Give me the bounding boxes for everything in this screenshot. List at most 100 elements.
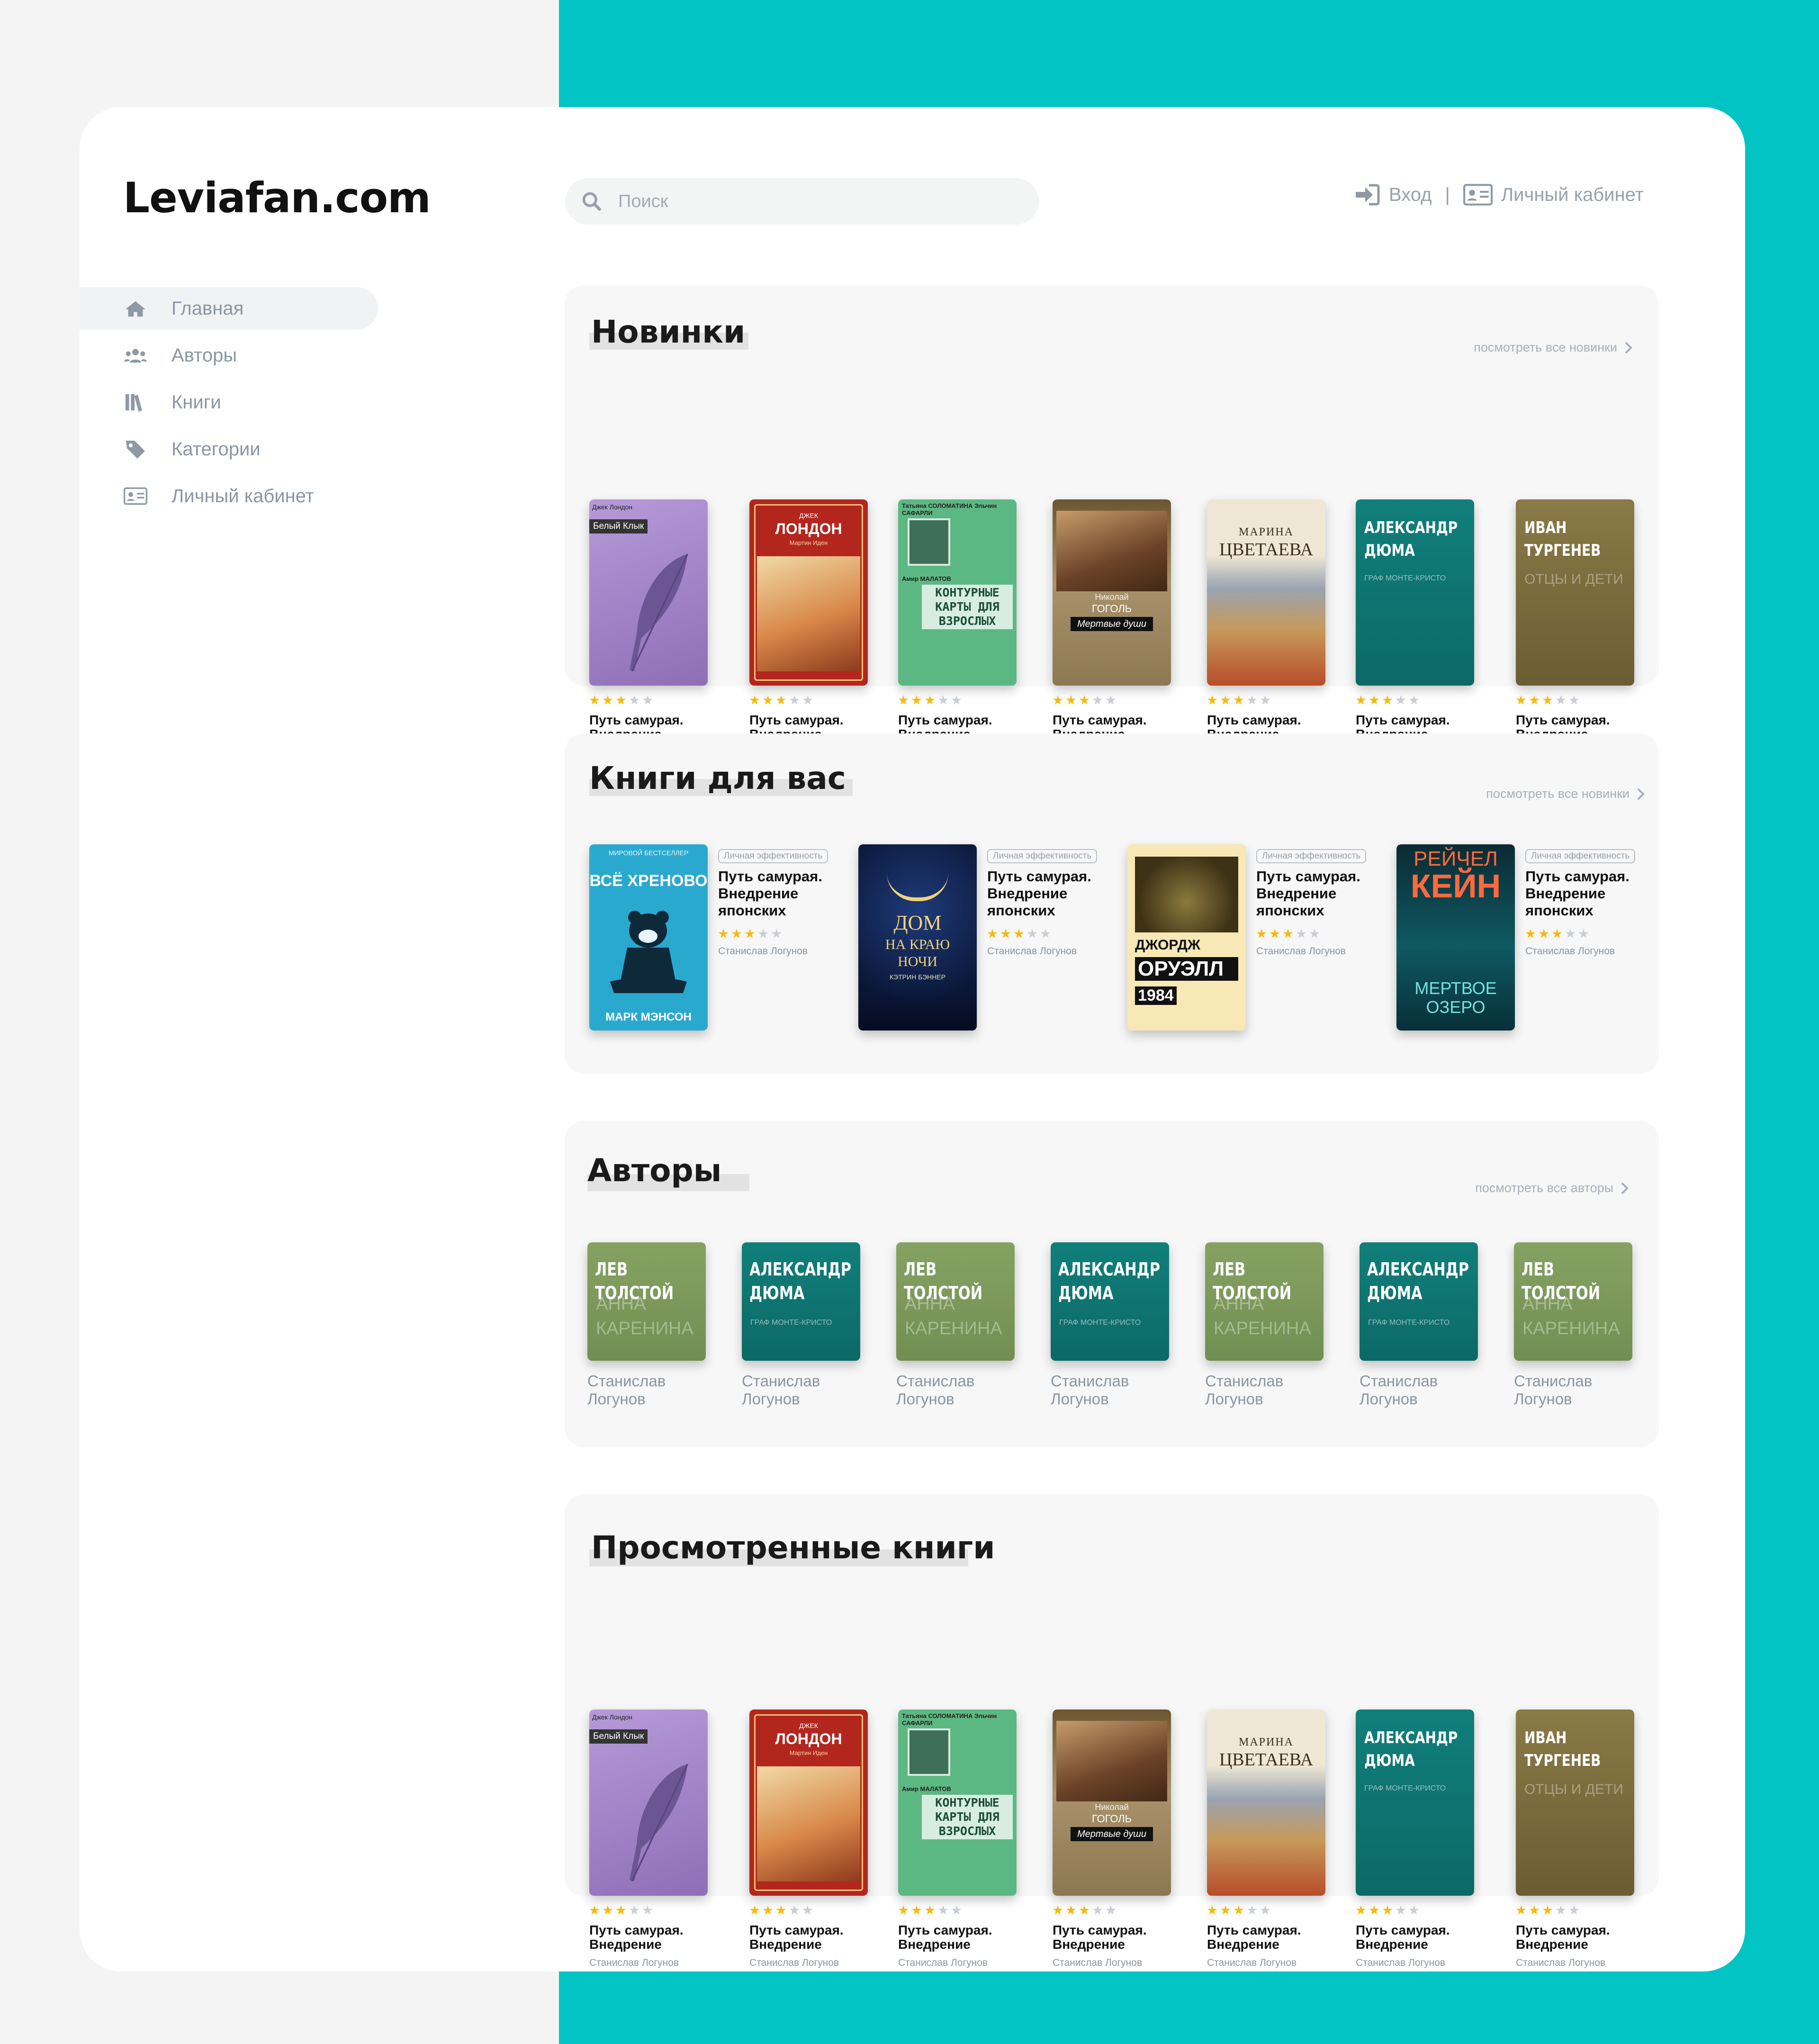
author-cover[interactable]: ЛЕВ ТОЛСТОЙ АННА КАРЕНИНА [1514, 1242, 1632, 1361]
book-card[interactable]: ДЖЕКЛОНДОНМартин Иден Путь самурая. Внедр… [749, 1709, 868, 1969]
book-card[interactable]: МАРИНАЦВЕТАЕВАПуть самурая. ВнедрениеСта… [1207, 499, 1325, 759]
author-cover[interactable]: АЛЕКСАНДР ДЮМА ГРАФ МОНТЕ-КРИСТО [1360, 1242, 1478, 1361]
book-cover[interactable]: МИРОВОЙ БЕСТСЕЛЛЕР ВСЁ ХРЕНОВО МАРК МЭНСОН [589, 844, 708, 1031]
book-author[interactable]: Станислав Логунов [898, 1957, 1017, 1969]
book-cover[interactable]: МАРИНА ЦВЕТАЕВА [1207, 499, 1325, 686]
cabinet-link[interactable]: Личный кабинет [1501, 184, 1644, 206]
nav-item-authors[interactable]: Авторы [80, 334, 378, 377]
book-card[interactable]: ИВАНТУРГЕНЕВОТЦЫ И ДЕТИПуть самурая. Вне… [1516, 499, 1634, 759]
book-cover[interactable]: АЛЕКСАНДР ДЮМА ГРАФ МОНТЕ-КРИСТО [1356, 499, 1474, 686]
book-title[interactable]: Путь самурая. Внедрение [1356, 1923, 1474, 1952]
book-cover[interactable]: ИВАН ТУРГЕНЕВ ОТЦЫ И ДЕТИ [1516, 1709, 1634, 1896]
book-card[interactable]: НиколайГОГОЛЬМертвые души Путь самурая. В… [1053, 1709, 1171, 1969]
book-card[interactable]: Татьяна СОЛОМАТИНА Эльчин САФАРЛИ Амир МА… [898, 1709, 1017, 1969]
recommended-card[interactable]: ДЖОРДЖ ОРУЭЛЛ 1984 Личная эффективность Путь… [1127, 844, 1367, 1031]
book-card[interactable]: Татьяна СОЛОМАТИНА Эльчин САФАРЛИ Амир МА… [898, 499, 1017, 759]
author-cover[interactable]: ЛЕВ ТОЛСТОЙ АННА КАРЕНИНА [587, 1242, 706, 1361]
book-card[interactable]: Джек ЛондонБелый КлыкПуть самурая. Внедр… [589, 499, 708, 759]
book-title[interactable]: Путь самурая. Внедрение японских [1256, 868, 1389, 919]
book-cover[interactable]: ДЖОРДЖ ОРУЭЛЛ 1984 [1127, 844, 1246, 1031]
book-title[interactable]: Путь самурая. Внедрение [589, 1923, 708, 1952]
search-bar[interactable] [565, 178, 1039, 225]
book-card[interactable]: АЛЕКСАНДР ДЮМА ГРАФ МОНТЕ-КРИСТО Путь самур… [1356, 1709, 1474, 1969]
book-author[interactable]: Станислав Логунов [1053, 1957, 1171, 1969]
book-title[interactable]: Путь самурая. Внедрение [1516, 1923, 1634, 1952]
author-card[interactable]: ЛЕВ ТОЛСТОЙ АННА КАРЕНИНА Станислав Логуно… [896, 1242, 1015, 1408]
rating-stars [589, 1904, 708, 1917]
book-author[interactable]: Станислав Логунов [749, 1957, 868, 1969]
author-cover[interactable]: ЛЕВ ТОЛСТОЙ АННА КАРЕНИНА [896, 1242, 1015, 1361]
book-author[interactable]: Станислав Логунов [718, 946, 851, 957]
cover-top: ДОМ [893, 911, 942, 934]
book-cover[interactable]: Николай ГОГОЛЬ Мертвые души [1053, 499, 1171, 686]
author-name[interactable]: Станислав Логунов [1514, 1372, 1632, 1408]
book-title[interactable]: Путь самурая. Внедрение [749, 1923, 868, 1952]
author-card[interactable]: АЛЕКСАНДР ДЮМА ГРАФ МОНТЕ-КРИСТО Станислав… [742, 1242, 860, 1408]
book-title[interactable]: Путь самурая. Внедрение [1207, 1923, 1325, 1952]
recommended-card[interactable]: ДОМ НА КРАЮ НОЧИ КЭТРИН БЭННЕР Личная эффек… [858, 844, 1098, 1031]
book-cover[interactable]: Татьяна СОЛОМАТИНА Эльчин САФАРЛИ Амир МА… [898, 1709, 1017, 1896]
nav-item-home[interactable]: Главная [80, 287, 378, 330]
recommended-card[interactable]: МИРОВОЙ БЕСТСЕЛЛЕР ВСЁ ХРЕНОВО МАРК МЭНСОН… [589, 844, 828, 1031]
book-author[interactable]: Станислав Логунов [1516, 1957, 1634, 1969]
author-name[interactable]: Станислав Логунов [742, 1372, 860, 1408]
id-card-icon[interactable] [1463, 183, 1493, 206]
see-all-link[interactable]: посмотреть все авторы [1475, 1181, 1629, 1195]
book-title[interactable]: Путь самурая. Внедрение японских [987, 868, 1120, 919]
nav-item-books[interactable]: Книги [80, 381, 378, 424]
book-author[interactable]: Станислав Логунов [1256, 946, 1389, 957]
book-author[interactable]: Станислав Логунов [1356, 1957, 1474, 1969]
book-title[interactable]: Путь самурая. Внедрение [898, 1923, 1017, 1952]
author-card[interactable]: АЛЕКСАНДР ДЮМА ГРАФ МОНТЕ-КРИСТО Станислав… [1360, 1242, 1478, 1408]
author-name[interactable]: Станислав Логунов [896, 1372, 1015, 1408]
author-name[interactable]: Станислав Логунов [587, 1372, 706, 1408]
book-cover[interactable]: Джек Лондон Белый Клык [589, 1709, 708, 1896]
book-cover[interactable]: Николай ГОГОЛЬ Мертвые души [1053, 1709, 1171, 1896]
site-logo[interactable]: Leviafan.com [123, 173, 431, 222]
book-cover[interactable]: Татьяна СОЛОМАТИНА Эльчин САФАРЛИ Амир МА… [898, 499, 1017, 686]
author-name[interactable]: Станислав Логунов [1051, 1372, 1169, 1408]
author-card[interactable]: ЛЕВ ТОЛСТОЙ АННА КАРЕНИНА Станислав Логуно… [587, 1242, 706, 1408]
category-tag[interactable]: Личная эффективность [987, 849, 1098, 863]
author-cover[interactable]: ЛЕВ ТОЛСТОЙ АННА КАРЕНИНА [1205, 1242, 1324, 1361]
book-title[interactable]: Путь самурая. Внедрение японских [718, 868, 851, 919]
book-author[interactable]: Станислав Логунов [987, 946, 1120, 957]
author-name[interactable]: Станислав Логунов [1360, 1372, 1478, 1408]
search-input[interactable] [618, 191, 997, 212]
category-tag[interactable]: Личная эффективность [1525, 849, 1636, 863]
login-link[interactable]: Вход [1389, 184, 1432, 206]
nav-item-cabinet[interactable]: Личный кабинет [80, 475, 378, 517]
login-icon[interactable] [1354, 183, 1380, 207]
book-author[interactable]: Станислав Логунов [1207, 1957, 1325, 1969]
book-cover[interactable]: ДЖЕК ЛОНДОН Мартин Иден [749, 499, 868, 686]
book-author[interactable]: Станислав Логунов [589, 1957, 708, 1969]
author-name[interactable]: Станислав Логунов [1205, 1372, 1324, 1408]
book-title[interactable]: Путь самурая. Внедрение [1053, 1923, 1171, 1952]
book-card[interactable]: Джек ЛондонБелый Клык Путь самурая. Внедр… [589, 1709, 708, 1969]
book-title[interactable]: Путь самурая. Внедрение японских [1525, 868, 1658, 919]
book-card[interactable]: МАРИНАЦВЕТАЕВА Путь самурая. Внедрение Ста… [1207, 1709, 1325, 1969]
book-cover[interactable]: МАРИНА ЦВЕТАЕВА [1207, 1709, 1325, 1896]
see-all-link[interactable]: посмотреть все новинки [1474, 340, 1632, 355]
book-cover[interactable]: ИВАН ТУРГЕНЕВ ОТЦЫ И ДЕТИ [1516, 499, 1634, 686]
book-card[interactable]: ДЖЕКЛОНДОНМартин ИденПуть самурая. Внедр… [749, 499, 868, 759]
author-card[interactable]: ЛЕВ ТОЛСТОЙ АННА КАРЕНИНА Станислав Логуно… [1205, 1242, 1324, 1408]
book-card[interactable]: АЛЕКСАНДР ДЮМА ГРАФ МОНТЕ-КРИСТО Путь самур… [1356, 499, 1474, 759]
author-card[interactable]: АЛЕКСАНДР ДЮМА ГРАФ МОНТЕ-КРИСТО Станислав… [1051, 1242, 1169, 1408]
nav-item-categories[interactable]: Категории [80, 428, 378, 470]
book-card[interactable]: НиколайГОГОЛЬМертвые душиПуть самурая. В… [1053, 499, 1171, 759]
recommended-card[interactable]: РЕЙЧЕЛ КЕЙН МЕРТВОЕ ОЗЕРО Личная эффективно… [1396, 844, 1636, 1031]
book-cover[interactable]: ДОМ НА КРАЮ НОЧИ КЭТРИН БЭННЕР [858, 844, 977, 1031]
author-cover[interactable]: АЛЕКСАНДР ДЮМА ГРАФ МОНТЕ-КРИСТО [1051, 1242, 1169, 1361]
author-card[interactable]: ЛЕВ ТОЛСТОЙ АННА КАРЕНИНА Станислав Логуно… [1514, 1242, 1632, 1408]
book-cover[interactable]: ДЖЕК ЛОНДОН Мартин Иден [749, 1709, 868, 1896]
book-cover[interactable]: АЛЕКСАНДР ДЮМА ГРАФ МОНТЕ-КРИСТО [1356, 1709, 1474, 1896]
book-cover[interactable]: Джек Лондон Белый Клык [589, 499, 708, 686]
book-author[interactable]: Станислав Логунов [1525, 946, 1658, 957]
see-all-link[interactable]: посмотреть все новинки [1486, 787, 1645, 801]
book-cover[interactable]: РЕЙЧЕЛ КЕЙН МЕРТВОЕ ОЗЕРО [1396, 844, 1515, 1031]
author-cover[interactable]: АЛЕКСАНДР ДЮМА ГРАФ МОНТЕ-КРИСТО [742, 1242, 860, 1361]
category-tag[interactable]: Личная эффективность [718, 849, 828, 863]
category-tag[interactable]: Личная эффективность [1256, 849, 1367, 863]
book-card[interactable]: ИВАНТУРГЕНЕВОТЦЫ И ДЕТИ Путь самурая. Вне… [1516, 1709, 1634, 1969]
